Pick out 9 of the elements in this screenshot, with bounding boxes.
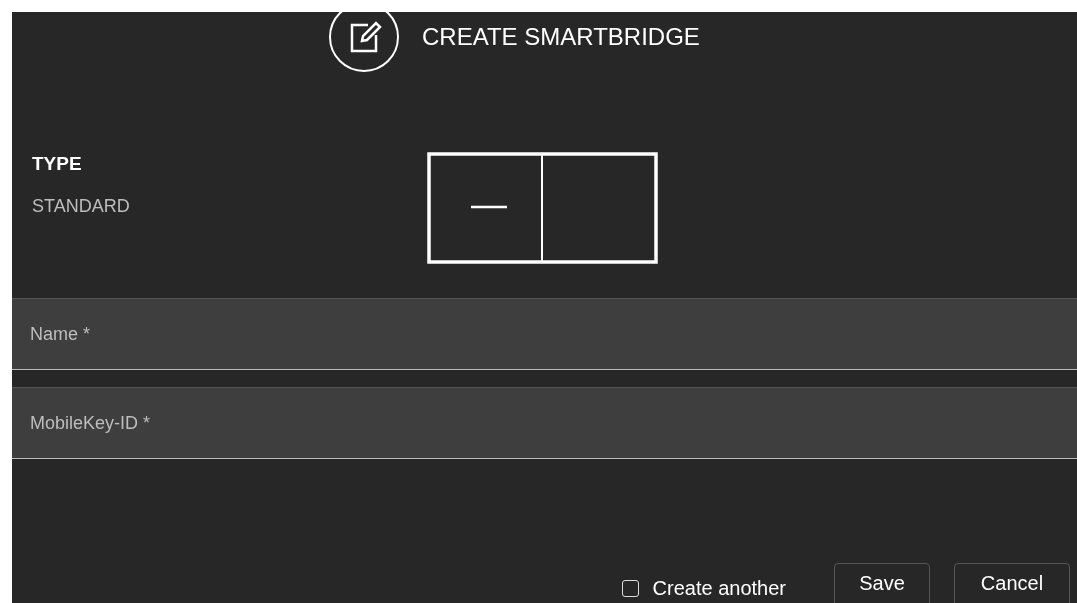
checkbox-label: Create another bbox=[652, 576, 786, 601]
dialog-title: CREATE SMARTBRIDGE bbox=[422, 22, 700, 52]
cancel-button[interactable]: Cancel bbox=[954, 563, 1070, 603]
text-field[interactable]: Name * bbox=[12, 298, 1077, 370]
checkbox[interactable] bbox=[621, 579, 639, 597]
text-field[interactable]: MobileKey-ID * bbox=[12, 387, 1077, 459]
type-value: STANDARD bbox=[32, 194, 131, 218]
type-label: TYPE bbox=[32, 152, 83, 176]
save-button[interactable]: Save bbox=[834, 563, 930, 603]
